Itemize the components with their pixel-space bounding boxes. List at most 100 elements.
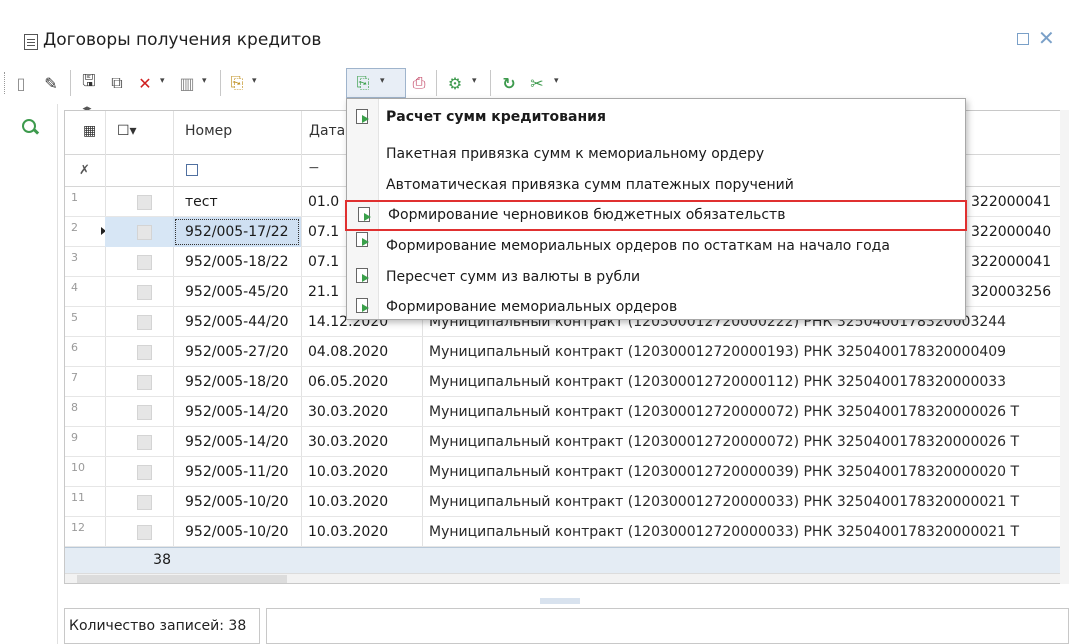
grid-settings-icon[interactable]: ▦: [83, 123, 96, 139]
cell-number[interactable]: 952/005-14/20: [173, 427, 301, 457]
menu-item-memorial-orders[interactable]: Формирование мемориальных ордеров: [347, 293, 965, 324]
menu-item-budget-drafts[interactable]: Формирование черновиков бюджетных обязат…: [345, 200, 967, 231]
row-checkbox[interactable]: [137, 495, 152, 510]
cell-number[interactable]: 952/005-10/20: [173, 517, 301, 547]
row-index: 10: [71, 461, 85, 474]
cell-description[interactable]: Муниципальный контракт (1203000127200000…: [423, 427, 1068, 457]
menu-item-memorial-orders-balances[interactable]: Формирование мемориальных ордеров по ост…: [347, 232, 965, 263]
table-row[interactable]: 11 952/005-10/20 10.03.2020 Муниципальный к…: [65, 487, 1068, 517]
record-count-status: Количество записей: 38: [64, 608, 260, 644]
row-checkbox[interactable]: [137, 345, 152, 360]
cell-description[interactable]: Муниципальный контракт (1203000127200000…: [423, 457, 1068, 487]
cell-description[interactable]: Муниципальный контракт (1203000127200001…: [423, 367, 1068, 397]
menu-item-batch-binding[interactable]: Пакетная привязка сумм к мемориальному о…: [347, 140, 965, 171]
row-checkbox[interactable]: [137, 465, 152, 480]
cell-number[interactable]: 952/005-10/20: [173, 487, 301, 517]
cell-description[interactable]: Муниципальный контракт (1203000127200000…: [423, 487, 1068, 517]
menu-item-calc-sums[interactable]: Расчет сумм кредитования: [347, 99, 965, 130]
delete-icon[interactable]: ✕: [134, 72, 156, 94]
columns-dropdown-chevron-icon[interactable]: ▾: [202, 76, 207, 86]
row-checkbox[interactable]: [137, 405, 152, 420]
toolbar-grip[interactable]: [4, 72, 6, 94]
cell-description-tail[interactable]: 320003256: [971, 277, 1068, 307]
refresh-icon[interactable]: ↻: [498, 72, 520, 94]
cell-date[interactable]: 10.03.2020: [302, 457, 422, 487]
row-checkbox-cell: [105, 277, 173, 307]
table-row[interactable]: 12 952/005-10/20 10.03.2020 Муниципальный к…: [65, 517, 1068, 547]
process-dropdown-chevron-icon[interactable]: ▾: [252, 76, 257, 86]
row-checkbox-cell: [105, 487, 173, 517]
row-checkbox[interactable]: [137, 255, 152, 270]
cell-number[interactable]: 952/005-18/20: [173, 367, 301, 397]
cell-number[interactable]: 952/005-18/22: [173, 247, 301, 277]
report-icon[interactable]: ⎙: [408, 72, 430, 94]
table-row[interactable]: 8 952/005-14/20 30.03.2020 Муниципальный ко…: [65, 397, 1068, 427]
select-all-checkbox[interactable]: ☐▾: [117, 123, 137, 139]
row-checkbox[interactable]: [137, 435, 152, 450]
close-window-icon[interactable]: ✕: [1038, 26, 1055, 50]
clear-filter-icon[interactable]: ✗: [79, 163, 90, 178]
cell-number[interactable]: 952/005-11/20: [173, 457, 301, 487]
horizontal-scroll-thumb[interactable]: [77, 575, 287, 583]
restore-window-icon[interactable]: [1017, 33, 1029, 45]
horizontal-scrollbar[interactable]: [65, 573, 1068, 583]
cell-number[interactable]: 952/005-44/20: [173, 307, 301, 337]
number-filter-icon[interactable]: [186, 164, 198, 176]
menu-item-auto-binding[interactable]: Автоматическая привязка сумм платежных п…: [347, 171, 965, 202]
table-row[interactable]: 6 952/005-27/20 04.08.2020 Муниципальный ко…: [65, 337, 1068, 367]
calc-dropdown-menu: Расчет сумм кредитования Пакетная привяз…: [345, 98, 967, 320]
cell-description-tail[interactable]: 322000040: [971, 217, 1068, 247]
row-index: 7: [71, 371, 78, 384]
column-header-number[interactable]: Номер: [185, 123, 232, 139]
cell-description-tail[interactable]: 322000041: [971, 187, 1068, 217]
row-checkbox-cell: [105, 457, 173, 487]
cell-number[interactable]: тест: [173, 187, 301, 217]
settings-dropdown-chevron-icon[interactable]: ▾: [472, 76, 477, 86]
vertical-scrollbar[interactable]: [1060, 110, 1069, 584]
document-icon: [24, 34, 38, 50]
edit-pencil-icon[interactable]: ✎: [40, 72, 62, 94]
cell-description[interactable]: Муниципальный контракт (1203000127200000…: [423, 517, 1068, 547]
row-checkbox[interactable]: [137, 285, 152, 300]
table-row[interactable]: 10 952/005-11/20 10.03.2020 Муниципальный к…: [65, 457, 1068, 487]
new-document-icon[interactable]: ▯: [10, 72, 32, 94]
menu-item-currency-recalc[interactable]: Пересчет сумм из валюты в рубли: [347, 263, 965, 294]
cell-date[interactable]: 06.05.2020: [302, 367, 422, 397]
date-filter-operator[interactable]: −: [308, 160, 320, 176]
cell-description-tail[interactable]: 322000041: [971, 247, 1068, 277]
tools-dropdown-chevron-icon[interactable]: ▾: [554, 76, 559, 86]
delete-dropdown-chevron-icon[interactable]: ▾: [160, 76, 165, 86]
cell-number[interactable]: 952/005-45/20: [173, 277, 301, 307]
calc-dropdown-chevron-icon[interactable]: ▾: [380, 76, 385, 86]
save-icon[interactable]: 🖫: [78, 71, 100, 94]
search-icon[interactable]: [22, 119, 36, 133]
column-header-date[interactable]: Дата: [309, 123, 345, 139]
process-document-icon[interactable]: ⎘: [226, 72, 248, 94]
table-row[interactable]: 7 952/005-18/20 06.05.2020 Муниципальный ко…: [65, 367, 1068, 397]
settings-gear-icon[interactable]: ⚙: [444, 72, 466, 94]
cell-number[interactable]: 952/005-14/20: [173, 397, 301, 427]
cell-date[interactable]: 30.03.2020: [302, 427, 422, 457]
cell-description[interactable]: Муниципальный контракт (1203000127200000…: [423, 397, 1068, 427]
cell-date[interactable]: 10.03.2020: [302, 517, 422, 547]
copy-icon[interactable]: ⧉: [106, 72, 128, 94]
row-checkbox[interactable]: [137, 525, 152, 540]
columns-icon[interactable]: ▥: [176, 72, 198, 94]
row-checkbox[interactable]: [137, 195, 152, 210]
tools-icon[interactable]: ✂: [526, 72, 548, 94]
cell-date[interactable]: 04.08.2020: [302, 337, 422, 367]
row-index: 12: [71, 521, 85, 534]
row-checkbox[interactable]: [137, 225, 152, 240]
row-checkbox[interactable]: [137, 315, 152, 330]
cell-description[interactable]: Муниципальный контракт (1203000127200001…: [423, 337, 1068, 367]
cell-date[interactable]: 30.03.2020: [302, 397, 422, 427]
cell-number[interactable]: 952/005-17/22: [173, 217, 301, 247]
row-checkbox[interactable]: [137, 375, 152, 390]
splitter-grip[interactable]: [540, 598, 580, 604]
cell-date[interactable]: 10.03.2020: [302, 487, 422, 517]
calc-sum-icon[interactable]: ⎘: [352, 72, 374, 94]
table-row[interactable]: 9 952/005-14/20 30.03.2020 Муниципальный ко…: [65, 427, 1068, 457]
cell-number[interactable]: 952/005-27/20: [173, 337, 301, 367]
window-title: Договоры получения кредитов: [43, 30, 322, 50]
row-checkbox-cell: [105, 517, 173, 547]
